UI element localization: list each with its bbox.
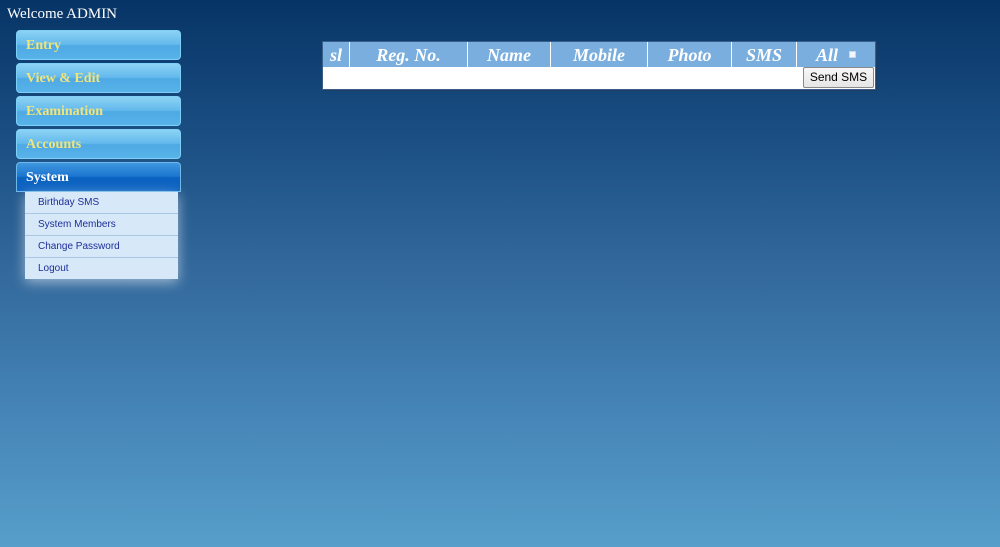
send-sms-button[interactable]: Send SMS [803, 67, 874, 88]
submenu-item-logout[interactable]: Logout [25, 258, 178, 279]
table-header-row: sl Reg. No. Name Mobile Photo SMS All [323, 42, 875, 67]
column-header-sl: sl [323, 42, 350, 67]
menu-item-label: View & Edit [26, 71, 101, 86]
menu-item-label: Examination [26, 104, 104, 119]
menu-item-label: Accounts [26, 137, 82, 152]
submenu-item-birthday-sms[interactable]: Birthday SMS [25, 192, 178, 214]
welcome-text: Welcome ADMIN [7, 6, 118, 22]
sms-table: sl Reg. No. Name Mobile Photo SMS All Se… [322, 41, 876, 90]
menu-item-label: System [26, 170, 69, 185]
table-footer-row: Send SMS [323, 67, 875, 89]
menu-item-examination[interactable]: Examination [16, 96, 181, 126]
system-submenu: Birthday SMS System Members Change Passw… [25, 192, 178, 279]
column-header-all-label: All [815, 44, 838, 65]
column-header-photo: Photo [648, 42, 732, 67]
column-header-mobile: Mobile [551, 42, 648, 67]
submenu-item-system-members[interactable]: System Members [25, 214, 178, 236]
menu-item-system[interactable]: System [16, 162, 181, 192]
side-menu: Entry View & Edit Examination Accounts S… [16, 30, 181, 279]
column-header-name: Name [468, 42, 551, 67]
menu-item-label: Entry [26, 38, 61, 53]
select-all-checkbox[interactable] [849, 51, 856, 58]
column-header-reg-no: Reg. No. [350, 42, 468, 67]
column-header-all: All [797, 42, 875, 67]
menu-item-accounts[interactable]: Accounts [16, 129, 181, 159]
column-header-sms: SMS [732, 42, 797, 67]
menu-item-entry[interactable]: Entry [16, 30, 181, 60]
submenu-item-change-password[interactable]: Change Password [25, 236, 178, 258]
menu-item-view-edit[interactable]: View & Edit [16, 63, 181, 93]
